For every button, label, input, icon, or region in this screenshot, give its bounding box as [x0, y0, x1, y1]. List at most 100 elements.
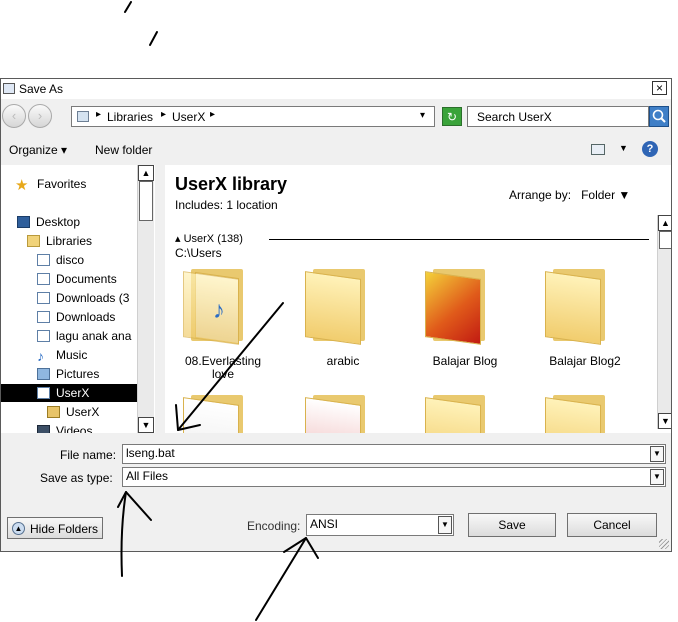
- search-placeholder: Search UserX: [477, 110, 552, 124]
- group-header[interactable]: ▴ UserX (138): [175, 232, 243, 245]
- folder-label[interactable]: 08.Everlasting love: [173, 355, 273, 381]
- library-title: UserX library: [175, 174, 288, 194]
- sidebar-item-favorites[interactable]: ★ Favorites: [15, 175, 86, 194]
- breadcrumb-separator-icon[interactable]: ▸: [96, 109, 101, 120]
- sidebar-item-userx-selected[interactable]: UserX: [1, 384, 137, 402]
- encoding-select[interactable]: ANSI ▼: [306, 514, 454, 536]
- group-path: C:\Users: [175, 246, 222, 260]
- library-folder-icon: [77, 111, 89, 122]
- breadcrumb-userx[interactable]: UserX: [172, 110, 205, 124]
- folder-label[interactable]: arabic: [293, 355, 393, 368]
- document-icon: [37, 273, 50, 285]
- sidebar-item-downloads[interactable]: Downloads: [37, 308, 115, 326]
- refresh-button[interactable]: ↻: [442, 107, 462, 126]
- sidebar-scroll-thumb[interactable]: [139, 181, 153, 221]
- change-view-icon[interactable]: [591, 144, 605, 155]
- sidebar-item-label: Documents: [56, 272, 117, 286]
- chevron-down-icon[interactable]: ▼: [438, 516, 452, 534]
- scroll-down-icon[interactable]: ▼: [658, 413, 671, 429]
- resize-grip[interactable]: [659, 539, 669, 549]
- help-icon[interactable]: ?: [642, 141, 658, 157]
- command-toolbar: Organize ▾ New folder ▼ ?: [1, 137, 671, 163]
- breadcrumb-libraries[interactable]: Libraries: [107, 110, 153, 124]
- sidebar-item-label: UserX: [66, 405, 100, 419]
- sidebar-item-documents[interactable]: Documents: [37, 270, 117, 288]
- folder-item-partial[interactable]: [305, 391, 377, 433]
- sidebar-item-lagu-anak[interactable]: lagu anak ana: [37, 327, 131, 345]
- breadcrumb-separator-icon[interactable]: ▸: [161, 109, 166, 120]
- sidebar-item-music[interactable]: ♪ Music: [37, 346, 87, 364]
- hide-folders-icon: ▲: [12, 522, 25, 535]
- sidebar-item-label: Downloads: [56, 310, 116, 324]
- close-button[interactable]: ×: [652, 81, 667, 95]
- folder-label[interactable]: Balajar Blog: [415, 355, 515, 368]
- ink-stroke: [124, 1, 132, 13]
- sidebar-item-label: Music: [56, 348, 88, 362]
- address-dropdown-icon[interactable]: ▾: [420, 110, 425, 121]
- file-name-field[interactable]: lseng.bat ▼: [122, 444, 666, 464]
- breadcrumb-separator-icon[interactable]: ▸: [210, 109, 215, 120]
- sidebar-scrollbar[interactable]: ▲ ▼: [137, 165, 154, 433]
- sidebar-item-label: disco: [56, 253, 85, 267]
- file-list-scroll-thumb[interactable]: [659, 231, 671, 249]
- sidebar-item-pictures[interactable]: Pictures: [37, 365, 99, 383]
- image-preview-icon: [425, 271, 481, 345]
- folder-item-everlasting-love[interactable]: ♪: [183, 265, 255, 345]
- videos-icon: [37, 425, 50, 433]
- hide-folders-button[interactable]: ▲ Hide Folders: [7, 517, 103, 539]
- scroll-up-icon[interactable]: ▲: [138, 165, 154, 181]
- desktop-icon: [17, 216, 30, 228]
- folder-item-arabic[interactable]: [305, 265, 377, 345]
- folder-item-balajar-blog[interactable]: [425, 265, 497, 345]
- address-bar[interactable]: ▸ Libraries ▸ UserX ▸ ▾: [71, 106, 435, 127]
- arrange-by[interactable]: Arrange by: Folder ▼: [509, 188, 630, 202]
- save-button[interactable]: Save: [468, 513, 556, 537]
- sidebar-item-desktop[interactable]: Desktop: [17, 213, 80, 231]
- chevron-down-icon[interactable]: ▼: [650, 446, 664, 462]
- arrange-by-value[interactable]: Folder ▼: [581, 188, 630, 202]
- encoding-label: Encoding:: [247, 519, 301, 533]
- user-lock-icon: [47, 406, 60, 418]
- forward-button[interactable]: ›: [28, 104, 52, 128]
- save-as-type-select[interactable]: All Files ▼: [122, 467, 666, 487]
- search-input[interactable]: Search UserX: [467, 106, 649, 127]
- sidebar-item-downloads-3[interactable]: Downloads (3: [37, 289, 129, 307]
- library-includes[interactable]: Includes: 1 location: [175, 198, 278, 212]
- save-as-type-value[interactable]: All Files: [126, 469, 168, 483]
- folder-item-balajar-blog2[interactable]: [545, 265, 617, 345]
- folder-front-icon: [183, 271, 239, 345]
- sidebar-item-label: lagu anak ana: [56, 329, 132, 343]
- sidebar-item-videos[interactable]: Videos: [37, 422, 92, 433]
- view-options-dropdown-icon[interactable]: ▼: [619, 143, 628, 153]
- save-as-window-icon: [3, 83, 15, 94]
- file-name-value[interactable]: lseng.bat: [126, 446, 175, 460]
- chevron-down-icon[interactable]: ▼: [650, 469, 664, 485]
- folder-item-partial[interactable]: [183, 391, 255, 433]
- scroll-down-icon[interactable]: ▼: [138, 417, 154, 433]
- search-icon[interactable]: [649, 106, 669, 127]
- folder-item-partial[interactable]: [545, 391, 617, 433]
- encoding-value[interactable]: ANSI: [310, 517, 338, 531]
- navigation-pane: ★ Favorites Desktop Libraries disco Docum…: [1, 165, 155, 433]
- document-icon: [37, 292, 50, 304]
- file-list-pane: UserX library Includes: 1 location Arran…: [165, 165, 671, 433]
- folder-label[interactable]: Balajar Blog2: [535, 355, 635, 368]
- folder-front-icon: [545, 271, 601, 345]
- sidebar-item-userx-folder[interactable]: UserX: [47, 403, 99, 421]
- sidebar-item-label: Libraries: [46, 234, 93, 248]
- group-divider: [269, 239, 649, 240]
- file-list-scrollbar[interactable]: ▲ ▼: [657, 215, 671, 429]
- group-header-label: UserX (138): [183, 233, 243, 245]
- dialog-title: Save As: [19, 82, 64, 96]
- organize-menu[interactable]: Organize ▾: [9, 143, 67, 157]
- sidebar-item-libraries[interactable]: Libraries: [27, 232, 92, 250]
- sidebar-item-disco[interactable]: disco: [37, 251, 84, 269]
- document-icon: [37, 387, 50, 399]
- pictures-icon: [37, 368, 50, 380]
- cancel-button[interactable]: Cancel: [567, 513, 657, 537]
- scroll-up-icon[interactable]: ▲: [658, 215, 671, 231]
- folder-item-partial[interactable]: [425, 391, 497, 433]
- back-button[interactable]: ‹: [2, 104, 26, 128]
- save-as-dialog: Save As × ‹ › ▸ Libraries ▸ UserX ▸ ▾ ↻ …: [0, 78, 672, 552]
- new-folder-button[interactable]: New folder: [95, 143, 152, 157]
